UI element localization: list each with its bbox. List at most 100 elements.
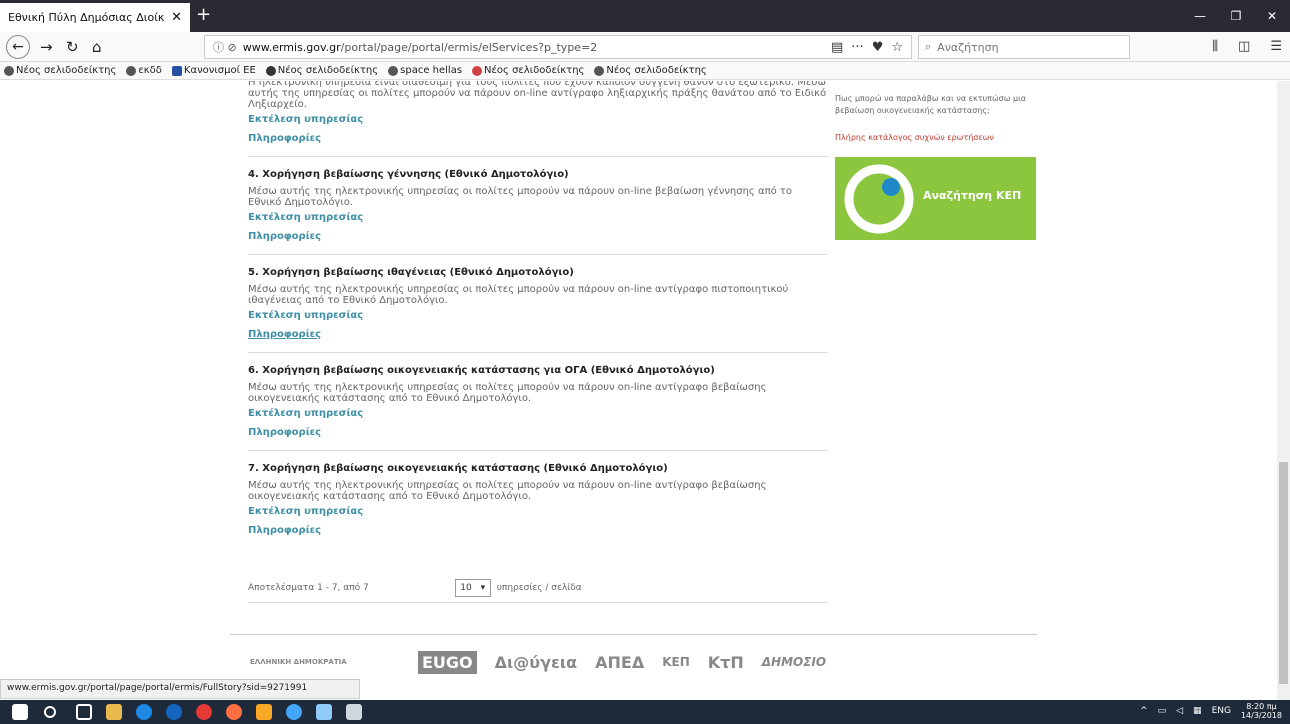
globe-icon: [594, 65, 605, 76]
back-icon[interactable]: ←: [6, 35, 30, 59]
search-icon: ⌕: [925, 40, 932, 53]
edge-icon[interactable]: [136, 704, 152, 720]
info-link[interactable]: Πληροφορίες: [248, 231, 828, 242]
dimosio-logo[interactable]: ΔΗΜΟΣΙΟ: [762, 655, 826, 669]
firefox-icon[interactable]: [226, 704, 242, 720]
bookmark-item[interactable]: Νέος σελιδοδείκτης: [472, 65, 584, 76]
globe-icon: [4, 65, 14, 76]
close-tab-icon[interactable]: ✕: [171, 10, 182, 25]
service-item: Η ηλεκτρονική υπηρεσία είναι διαθέσιμη γ…: [248, 81, 828, 157]
bookmark-item[interactable]: Νέος σελιδοδείκτης: [4, 65, 116, 76]
toolbar-right: ⫼ ◫ ☰: [1212, 39, 1282, 54]
file-explorer-icon[interactable]: [106, 704, 122, 720]
chrome-icon[interactable]: [196, 704, 212, 720]
faq-question[interactable]: Πως μπορώ να παραλάβω και να εκτυπώσω μι…: [835, 93, 1045, 117]
service-item: 5. Χορήγηση βεβαίωσης ιθαγένειας (Εθνικό…: [248, 267, 828, 353]
service-description: Μέσω αυτής της ηλεκτρονικής υπηρεσίας οι…: [248, 284, 789, 306]
url-host: www.ermis.gov.gr: [242, 40, 341, 54]
app-icon[interactable]: [316, 704, 332, 720]
run-service-link[interactable]: Εκτέλεση υπηρεσίας: [248, 408, 828, 419]
pocket-icon[interactable]: ♥: [872, 40, 884, 55]
app-icon[interactable]: [346, 704, 362, 720]
nav-bar: ← → ↻ ⌂ ⓘ ⊘ www.ermis.gov.gr /portal/pag…: [0, 32, 1290, 62]
sidebar-icon[interactable]: ◫: [1238, 39, 1250, 54]
kep-search-label: Αναζήτηση ΚΕΠ: [923, 189, 1022, 202]
tray-chevron-icon[interactable]: ^: [1140, 706, 1148, 716]
run-service-link[interactable]: Εκτέλεση υπηρεσίας: [248, 212, 828, 223]
keyboard-icon[interactable]: ▦: [1193, 706, 1202, 716]
scrollbar-thumb[interactable]: [1279, 462, 1288, 684]
service-item: 7. Χορήγηση βεβαίωσης οικογενειακής κατά…: [248, 463, 828, 549]
bookmark-item[interactable]: Νέος σελιδοδείκτης: [265, 65, 378, 76]
internet-explorer-icon[interactable]: [166, 704, 182, 720]
browser-tab[interactable]: Εθνική Πύλη Δημόσιας Διοίκησης ✕: [0, 3, 190, 32]
reader-view-icon[interactable]: ▤: [831, 40, 843, 55]
app-icon[interactable]: [286, 704, 302, 720]
bookmarks-bar: Νέος σελιδοδείκτης εκδδ Κανονισμοί ΕΕ Νέ…: [0, 62, 1290, 80]
diavgeia-logo[interactable]: Δι@ύγεια: [495, 653, 577, 672]
bookmark-item[interactable]: space hellas: [388, 65, 462, 76]
site-info-icon[interactable]: ⓘ ⊘: [213, 39, 237, 55]
pagination-bar: Αποτελέσματα 1 - 7, από 7 10 ▾ υπηρεσίες …: [248, 573, 828, 603]
faq-full-list-link[interactable]: Πλήρης κατάλογος συχνών ερωτήσεων: [835, 133, 1045, 142]
reload-icon[interactable]: ↻: [66, 38, 79, 56]
globe-icon: [265, 65, 276, 76]
leaf-icon: [472, 65, 483, 76]
windows-start-icon[interactable]: [12, 704, 28, 720]
run-service-link[interactable]: Εκτέλεση υπηρεσίας: [248, 310, 828, 321]
search-box[interactable]: ⌕ Αναζήτηση: [918, 35, 1130, 59]
service-title: 4. Χορήγηση βεβαίωσης γέννησης (Εθνικό Δ…: [248, 169, 569, 180]
new-tab-icon[interactable]: +: [196, 6, 211, 24]
menu-icon[interactable]: ☰: [1270, 39, 1282, 54]
per-page-select[interactable]: 10 ▾: [454, 578, 491, 597]
service-title: 5. Χορήγηση βεβαίωσης ιθαγένειας (Εθνικό…: [248, 267, 574, 278]
url-bar[interactable]: ⓘ ⊘ www.ermis.gov.gr /portal/page/portal…: [204, 35, 912, 59]
kep-search-banner[interactable]: Αναζήτηση ΚΕΠ: [835, 157, 1036, 240]
page-actions-icon[interactable]: ···: [851, 40, 863, 55]
library-icon[interactable]: ⫼: [1212, 39, 1218, 54]
footer-divider: [230, 634, 1037, 635]
results-count: Αποτελέσματα 1 - 7, από 7: [248, 582, 369, 593]
language-indicator[interactable]: ENG: [1212, 706, 1231, 716]
kep-logo[interactable]: ΚΕΠ: [662, 655, 690, 669]
globe-icon: [388, 65, 399, 76]
window-controls: — ❐ ✕: [1182, 0, 1290, 32]
service-description: Μέσω αυτής της ηλεκτρονικής υπηρεσίας οι…: [248, 186, 793, 208]
info-link[interactable]: Πληροφορίες: [248, 329, 828, 340]
footer-logos: ΕΛΛΗΝΙΚΗ ΔΗΜΟΚΡΑΤΙΑ EUGO Δι@ύγεια ΑΠΕΔ Κ…: [250, 639, 1040, 685]
url-path: /portal/page/portal/ermis/elServices?p_t…: [340, 40, 598, 54]
kep-logo-icon: [844, 164, 914, 234]
bookmark-star-icon[interactable]: ☆: [891, 40, 903, 55]
info-link[interactable]: Πληροφορίες: [248, 525, 828, 536]
7zip-icon[interactable]: [256, 704, 272, 720]
search-icon[interactable]: [44, 706, 56, 718]
service-item: 4. Χορήγηση βεβαίωσης γέννησης (Εθνικό Δ…: [248, 169, 828, 255]
aped-logo[interactable]: ΑΠΕΔ: [595, 653, 644, 672]
run-service-link[interactable]: Εκτέλεση υπηρεσίας: [248, 506, 828, 517]
ktp-logo[interactable]: ΚτΠ: [708, 653, 744, 672]
bookmark-item[interactable]: Νέος σελιδοδείκτης: [594, 65, 707, 76]
run-service-link[interactable]: Εκτέλεση υπηρεσίας: [248, 114, 828, 125]
task-view-icon[interactable]: [76, 704, 92, 720]
bookmark-item[interactable]: Κανονισμοί ΕΕ: [171, 65, 256, 76]
info-link[interactable]: Πληροφορίες: [248, 133, 828, 144]
volume-icon[interactable]: ◁: [1176, 706, 1183, 716]
per-page-label: υπηρεσίες / σελίδα: [496, 582, 582, 593]
system-tray: ^ ▭ ◁ ▦ ENG 8:20 πμ 14/3/2018: [1140, 702, 1282, 720]
page-content: Η ηλεκτρονική υπηρεσία είναι διαθέσιμη γ…: [0, 81, 1277, 686]
dropdown-arrow-icon: ▾: [480, 582, 486, 593]
taskbar: ^ ▭ ◁ ▦ ENG 8:20 πμ 14/3/2018: [0, 700, 1290, 724]
home-icon[interactable]: ⌂: [92, 38, 102, 56]
restore-icon[interactable]: ❐: [1218, 0, 1254, 32]
minimize-icon[interactable]: —: [1182, 0, 1218, 32]
forward-icon[interactable]: →: [40, 38, 53, 56]
info-link[interactable]: Πληροφορίες: [248, 427, 828, 438]
hellenic-republic-logo[interactable]: ΕΛΛΗΝΙΚΗ ΔΗΜΟΚΡΑΤΙΑ: [250, 658, 400, 666]
status-url: www.ermis.gov.gr/portal/page/portal/ermi…: [0, 679, 360, 699]
bookmark-item[interactable]: εκδδ: [126, 65, 162, 76]
network-icon[interactable]: ▭: [1158, 706, 1167, 716]
clock[interactable]: 8:20 πμ 14/3/2018: [1241, 702, 1282, 720]
close-window-icon[interactable]: ✕: [1254, 0, 1290, 32]
eu-icon: [171, 65, 182, 76]
eugo-logo[interactable]: EUGO: [418, 650, 477, 674]
